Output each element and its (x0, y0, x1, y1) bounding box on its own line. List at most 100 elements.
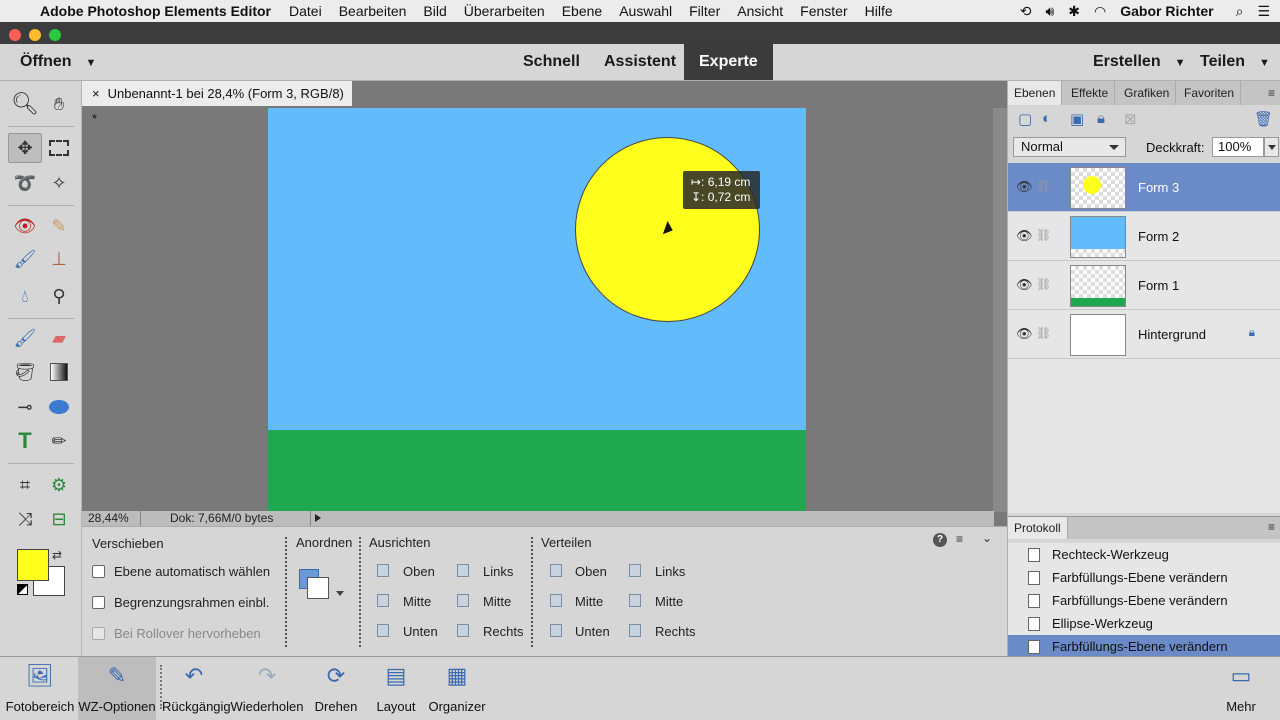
mode-experte[interactable]: Experte (684, 44, 773, 80)
smart-brush-icon[interactable]: 🖌︎ (8, 244, 42, 274)
zoom-level[interactable]: 28,44% (88, 511, 129, 526)
pencil-tool-icon[interactable]: ✏︎ (42, 426, 76, 456)
spotlight-icon[interactable]: ⌕ (1236, 3, 1244, 20)
swap-colors-icon[interactable]: ⇄ (52, 548, 62, 562)
volume-icon[interactable]: 🔊︎ (1045, 3, 1054, 20)
lasso-tool-icon[interactable]: ➰ (8, 168, 42, 198)
rollover-highlight-checkbox[interactable] (92, 627, 105, 640)
menu-ansicht[interactable]: Ansicht (737, 3, 783, 19)
distribute-middle-button[interactable]: Mitte (575, 594, 603, 609)
distribute-middle-icon[interactable] (547, 593, 563, 607)
distribute-left-icon[interactable] (626, 563, 642, 577)
layer-form-3[interactable]: 👁︎ ⛓︎ Form 3 (1008, 163, 1280, 212)
add-mask-icon[interactable]: ▣ (1070, 110, 1084, 128)
minimize-window-button[interactable] (29, 29, 41, 41)
distribute-right-button[interactable]: Rechts (655, 624, 695, 639)
lock-transparency-icon[interactable]: ⊠ (1124, 110, 1137, 128)
delete-layer-icon[interactable]: 🗑︎ (1254, 110, 1273, 128)
rectangle-marquee-icon[interactable] (42, 133, 76, 163)
new-adjustment-layer-icon[interactable]: ◐ (1042, 110, 1051, 127)
document-tab[interactable]: × Unbenannt-1 bei 28,4% (Form 3, RGB/8) * (82, 81, 352, 126)
align-center-icon[interactable] (454, 593, 470, 607)
visibility-eye-icon[interactable]: 👁︎ (1016, 228, 1033, 244)
content-aware-move-icon[interactable]: ⤨ (8, 504, 42, 534)
ellipse-shape-icon[interactable] (42, 392, 76, 422)
zoom-window-button[interactable] (49, 29, 61, 41)
time-machine-icon[interactable]: ⟲ (1020, 3, 1032, 20)
crop-tool-icon[interactable]: ⌗ (8, 470, 42, 500)
paint-bucket-icon[interactable]: 🪣︎ (8, 357, 42, 387)
open-button[interactable]: Öffnen ▼ (20, 53, 96, 71)
align-right-button[interactable]: Rechts (483, 624, 523, 639)
image-canvas[interactable] (268, 108, 806, 511)
menu-auswahl[interactable]: Auswahl (619, 3, 672, 19)
share-button[interactable]: Teilen ▼ (1200, 53, 1270, 71)
app-name[interactable]: Adobe Photoshop Elements Editor (40, 3, 271, 19)
distribute-bottom-button[interactable]: Unten (575, 624, 610, 639)
menu-ebene[interactable]: Ebene (562, 3, 602, 19)
distribute-center-icon[interactable] (626, 593, 642, 607)
move-tool-icon[interactable]: ✥ (8, 133, 42, 163)
collapse-options-icon[interactable]: ⌄ (982, 531, 992, 545)
bluetooth-icon[interactable]: ✱ (1068, 3, 1080, 20)
history-item[interactable]: Rechteck-Werkzeug (1008, 543, 1280, 566)
distribute-top-icon[interactable] (547, 563, 563, 577)
help-icon[interactable]: ? (933, 533, 947, 547)
more-button[interactable]: ▭ Mehr (1216, 657, 1266, 720)
opacity-input[interactable]: 100% (1212, 137, 1264, 157)
recompose-tool-icon[interactable]: ⚙︎ (42, 470, 76, 500)
create-button[interactable]: Erstellen ▼ (1093, 53, 1185, 71)
align-center-button[interactable]: Mitte (483, 594, 511, 609)
notification-center-icon[interactable]: ☰ (1257, 3, 1270, 20)
layout-button[interactable]: ▤ Layout (370, 657, 422, 720)
default-colors-icon[interactable] (17, 584, 28, 595)
menu-fenster[interactable]: Fenster (800, 3, 847, 19)
zoom-tool-icon[interactable]: 🔍︎ (8, 89, 42, 119)
menu-hilfe[interactable]: Hilfe (865, 3, 893, 19)
magic-wand-icon[interactable]: ✧ (42, 168, 76, 198)
panel-menu-icon[interactable]: ≡ (1268, 86, 1275, 100)
bounding-box-checkbox[interactable] (92, 596, 105, 609)
wifi-icon[interactable]: ◠ (1094, 3, 1106, 20)
align-left-button[interactable]: Links (483, 564, 513, 579)
opacity-dropdown-button[interactable] (1264, 137, 1279, 157)
menu-ueberarbeiten[interactable]: Überarbeiten (464, 3, 545, 19)
distribute-center-button[interactable]: Mitte (655, 594, 683, 609)
new-layer-icon[interactable]: ▢ (1018, 110, 1032, 128)
tab-effekte[interactable]: Effekte (1065, 81, 1116, 105)
eraser-tool-icon[interactable]: ▰ (42, 323, 76, 353)
hand-tool-icon[interactable]: ✋︎ (42, 89, 76, 119)
menu-filter[interactable]: Filter (689, 3, 720, 19)
lock-all-icon[interactable]: 🔒︎ (1097, 110, 1105, 127)
mode-assistent[interactable]: Assistent (589, 44, 691, 80)
layer-link-icon[interactable]: ⛓︎ (1036, 277, 1051, 291)
clone-stamp-icon[interactable]: ⊥ (42, 244, 76, 274)
align-top-icon[interactable] (374, 563, 390, 577)
options-menu-icon[interactable]: ≡ (956, 532, 963, 546)
history-item-selected[interactable]: Farbfüllungs-Ebene verändern (1008, 635, 1280, 658)
distribute-top-button[interactable]: Oben (575, 564, 607, 579)
layer-hintergrund[interactable]: 👁︎ ⛓︎ Hintergrund 🔒︎ (1008, 310, 1280, 359)
menu-bearbeiten[interactable]: Bearbeiten (339, 3, 407, 19)
layer-link-icon[interactable]: ⛓︎ (1036, 326, 1051, 340)
brush-tool-icon[interactable]: 🖌︎ (8, 323, 42, 353)
user-name[interactable]: Gabor Richter (1120, 3, 1213, 19)
layer-form-2[interactable]: 👁︎ ⛓︎ Form 2 (1008, 212, 1280, 261)
visibility-eye-icon[interactable]: 👁︎ (1016, 179, 1033, 195)
distribute-right-icon[interactable] (626, 623, 642, 637)
foreground-color-swatch[interactable] (17, 549, 49, 581)
tab-protokoll[interactable]: Protokoll (1008, 517, 1068, 539)
tab-grafiken[interactable]: Grafiken (1118, 81, 1177, 105)
rotate-button[interactable]: ⟳ Drehen (308, 657, 364, 720)
text-tool-icon[interactable]: T (8, 426, 42, 456)
healing-brush-icon[interactable]: ✎ (42, 211, 76, 241)
arrange-button[interactable] (299, 569, 349, 607)
align-left-icon[interactable] (454, 563, 470, 577)
mode-schnell[interactable]: Schnell (508, 44, 595, 80)
close-document-icon[interactable]: × (92, 86, 100, 101)
auto-select-layer-checkbox[interactable] (92, 565, 105, 578)
tool-options-button[interactable]: ✎ WZ-Optionen (78, 657, 156, 720)
organizer-button[interactable]: ▦ Organizer (426, 657, 488, 720)
blur-tool-icon[interactable]: 💧︎ (8, 281, 42, 311)
sponge-tool-icon[interactable]: ⚲ (42, 281, 76, 311)
